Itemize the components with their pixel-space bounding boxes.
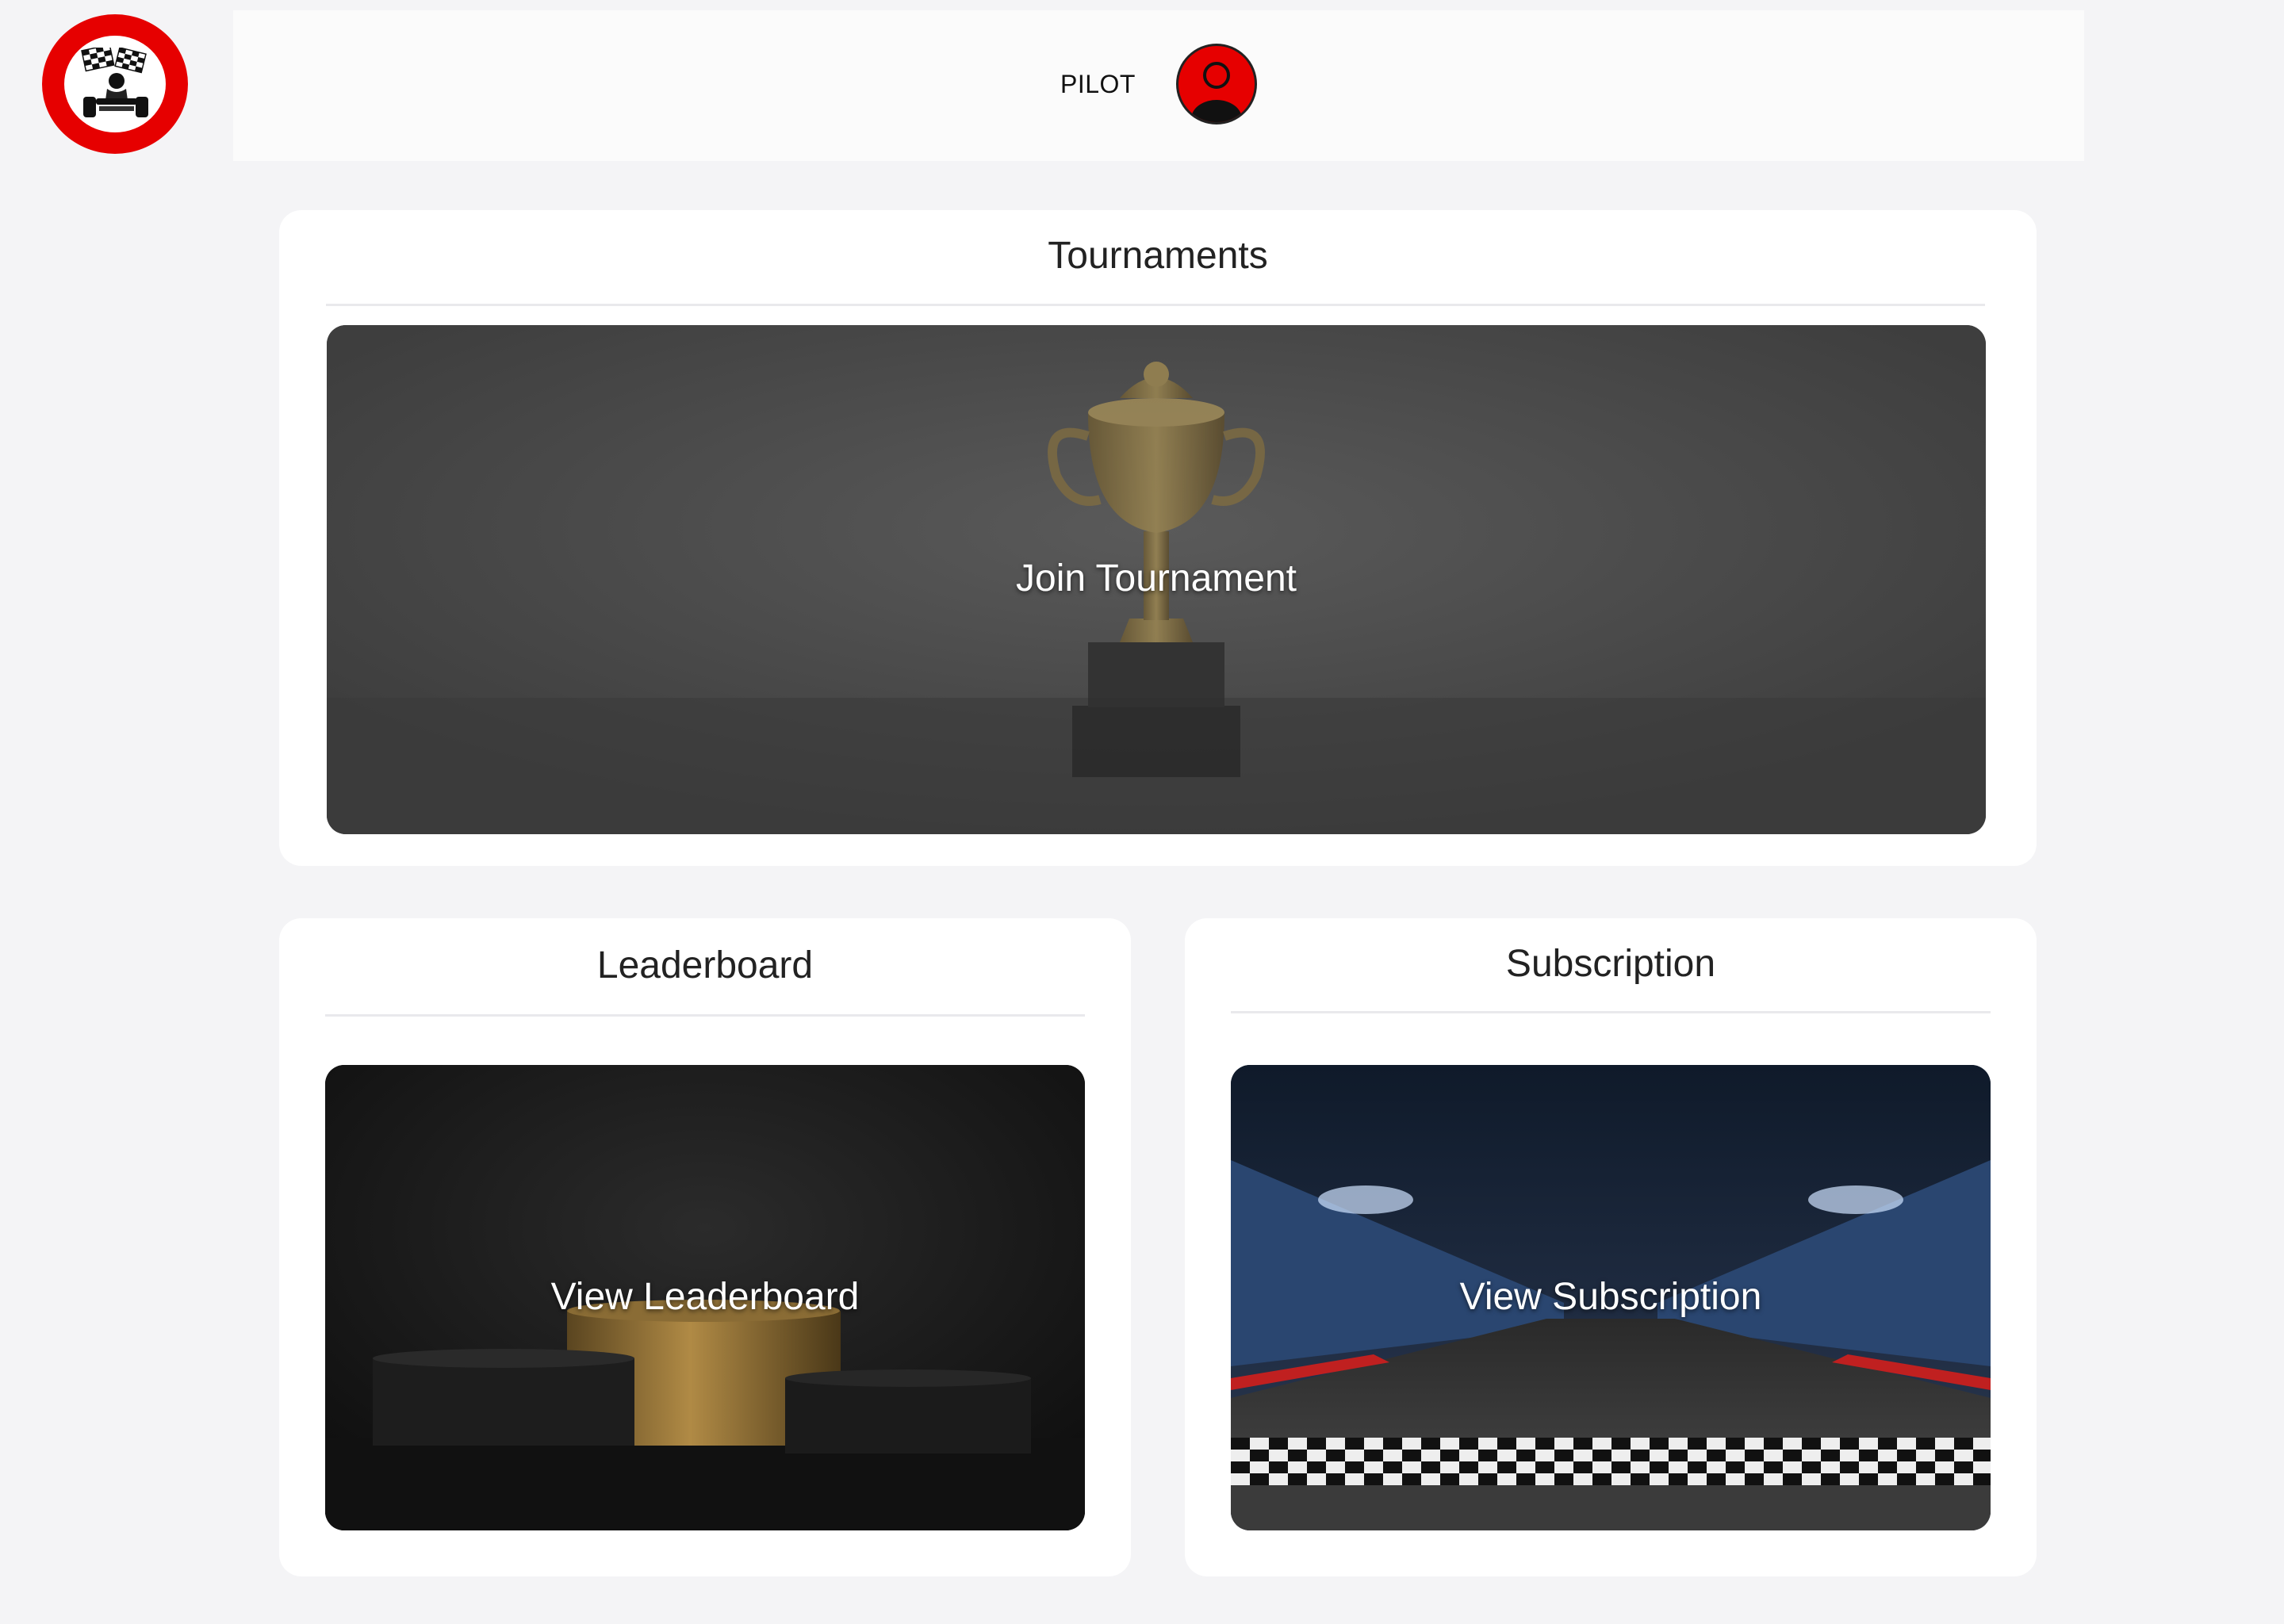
view-subscription-button[interactable]: View Subscription xyxy=(1231,1065,1991,1530)
tournaments-card: Tournaments Join Tournament xyxy=(279,210,2037,866)
top-navigation-bar xyxy=(233,10,2084,161)
app-logo[interactable] xyxy=(42,14,188,154)
join-tournament-button[interactable]: Join Tournament xyxy=(327,325,1986,834)
leaderboard-divider xyxy=(325,1014,1085,1017)
view-subscription-label: View Subscription xyxy=(1459,1276,1762,1318)
leaderboard-card: Leaderboard View Leaderboard xyxy=(279,918,1131,1576)
view-leaderboard-button[interactable]: View Leaderboard xyxy=(325,1065,1085,1530)
subscription-title: Subscription xyxy=(1505,943,1716,985)
go-kart-checkered-flag-icon xyxy=(64,36,166,132)
subscription-divider xyxy=(1231,1011,1991,1013)
subscription-card: Subscription View Subscription xyxy=(1185,918,2037,1576)
user-role-label: PILOT xyxy=(1060,70,1136,98)
user-avatar-icon[interactable] xyxy=(1178,46,1255,122)
tournaments-divider xyxy=(326,304,1985,306)
tournaments-title: Tournaments xyxy=(1048,235,1268,277)
view-leaderboard-label: View Leaderboard xyxy=(550,1276,860,1318)
join-tournament-label: Join Tournament xyxy=(1016,557,1297,599)
leaderboard-title: Leaderboard xyxy=(596,944,814,986)
